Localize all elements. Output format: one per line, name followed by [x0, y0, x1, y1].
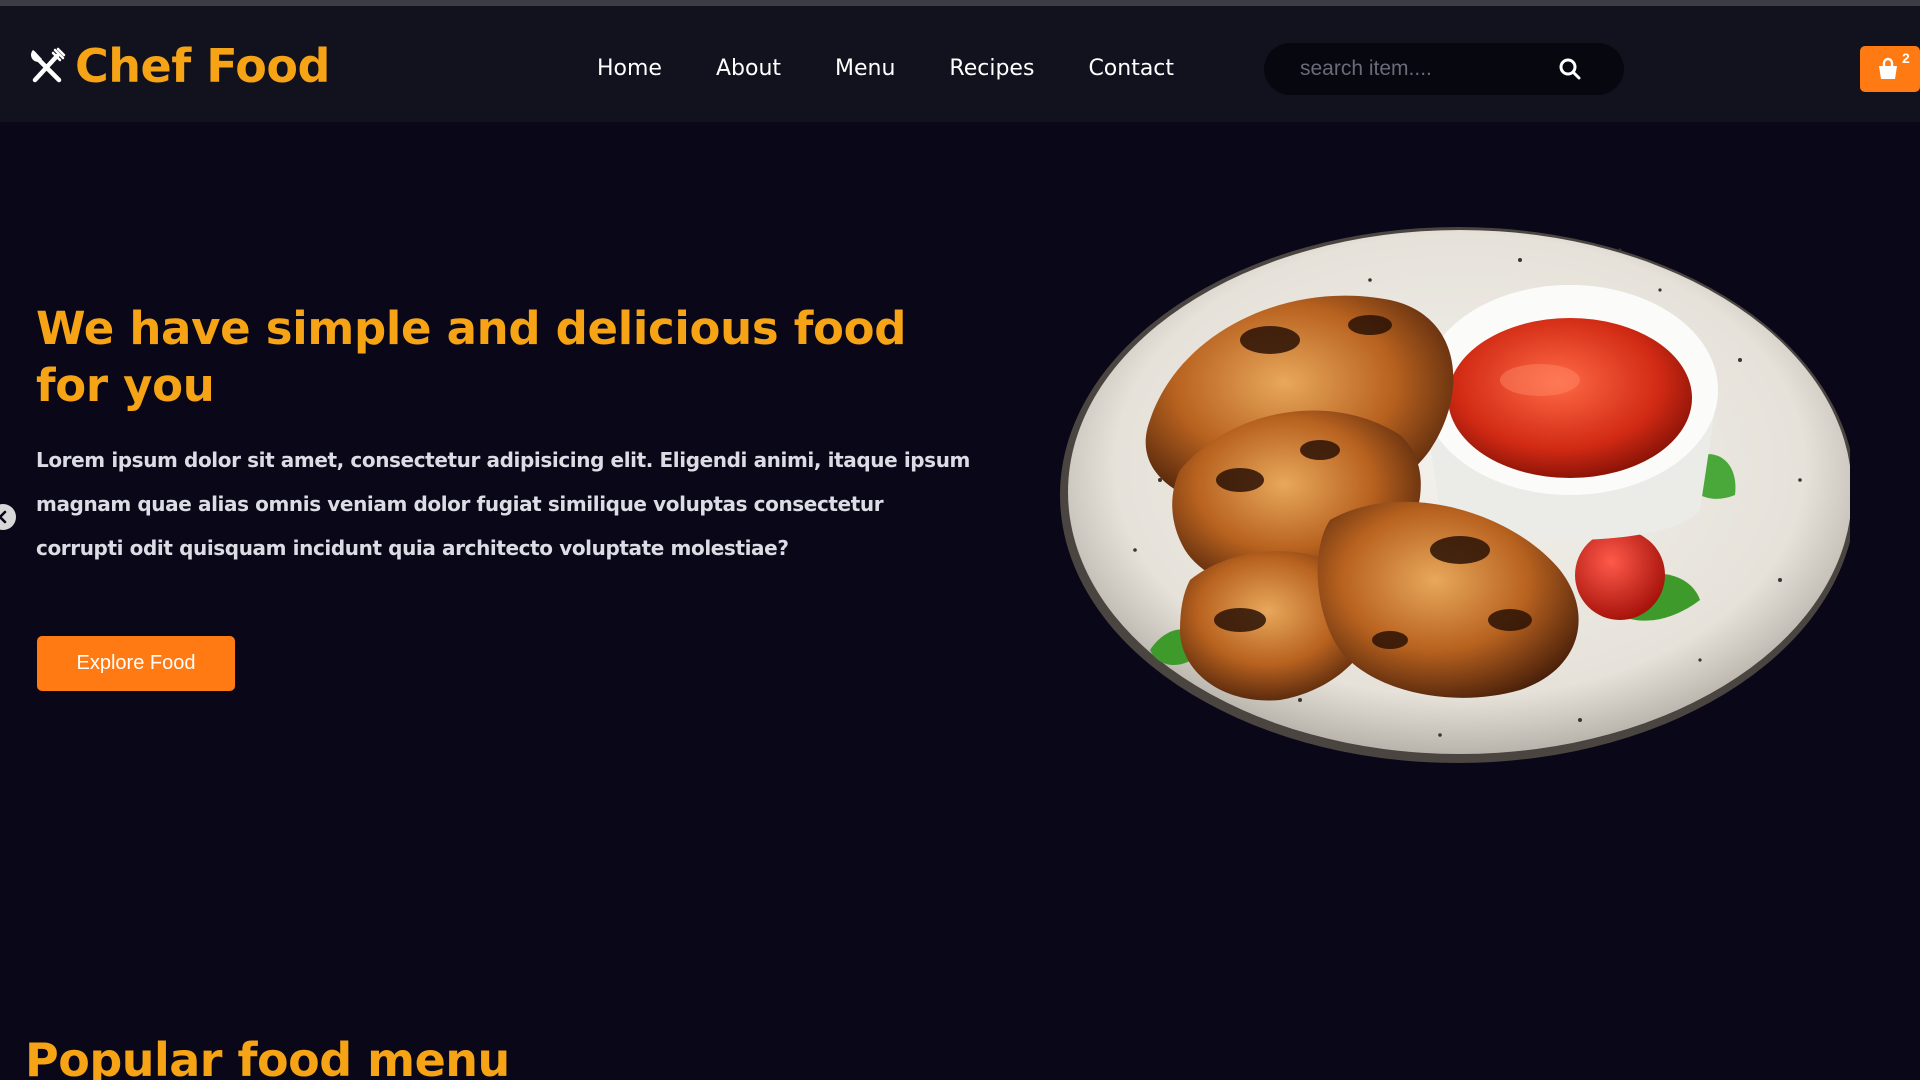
nav-menu[interactable]: Menu [835, 50, 895, 88]
nav-home[interactable]: Home [597, 50, 662, 88]
main-nav: Home About Menu Recipes Contact [597, 50, 1174, 88]
nav-recipes[interactable]: Recipes [949, 50, 1034, 88]
search-input[interactable] [1300, 43, 1570, 95]
grilled-chicken-wings-plate-image [1060, 227, 1850, 763]
chevron-left-icon[interactable] [0, 504, 16, 530]
nav-about[interactable]: About [716, 50, 781, 88]
page: Chef Food Home About Menu Recipes Contac… [0, 0, 1920, 1080]
site-header: Chef Food Home About Menu Recipes Contac… [0, 6, 1920, 122]
hero-title: We have simple and delicious food for yo… [36, 302, 907, 412]
cart-button[interactable]: 2 [1860, 46, 1920, 92]
search-bar [1264, 43, 1624, 95]
explore-food-button[interactable]: Explore Food [37, 636, 235, 691]
search-icon[interactable] [1556, 55, 1584, 83]
chevron-left-glyph [0, 510, 7, 524]
popular-menu-heading: Popular food menu [25, 1033, 510, 1080]
fork-knife-icon [31, 47, 66, 83]
shopping-bag-icon [1879, 57, 1897, 79]
nav-contact[interactable]: Contact [1088, 50, 1174, 88]
brand-name: Chef Food [75, 39, 330, 93]
hero-description: Lorem ipsum dolor sit amet, consectetur … [36, 448, 970, 560]
cart-count-badge: 2 [1902, 50, 1910, 66]
brand-logo[interactable]: Chef Food [27, 36, 330, 96]
